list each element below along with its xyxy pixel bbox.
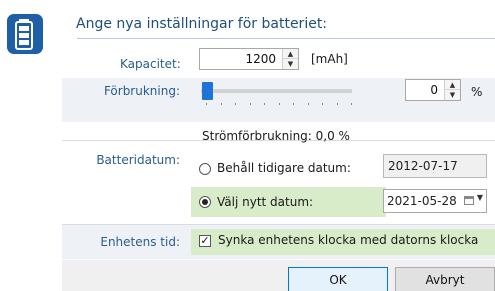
consumption-stepper[interactable]: 0 ▲ ▼ [405,79,461,101]
consumption-spin-buttons[interactable]: ▲ ▼ [444,80,460,100]
keep-date-radio[interactable] [199,163,211,175]
cancel-button[interactable]: Avbryt [395,267,495,291]
consumption-label: Förbrukning: [103,84,180,98]
new-date-option[interactable]: Välj nytt datum: [217,195,313,209]
capacity-unit: [mAh] [311,52,348,66]
capacity-value[interactable]: 1200 [245,52,276,66]
heading-divider [77,38,495,39]
new-date-value[interactable]: 2021-05-28 [387,194,457,208]
chevron-down-icon[interactable]: ▼ [283,59,298,69]
consumption-unit: % [471,85,483,99]
consumption-summary: Strömförbrukning: 0,0 % [202,129,350,143]
new-date-radio[interactable] [199,196,211,208]
new-date-picker[interactable]: 2021-05-28 ▼ [383,189,487,213]
ok-button[interactable]: OK [288,267,388,291]
chevron-up-icon[interactable]: ▲ [283,49,298,59]
dialog-heading: Ange nya inställningar för batteriet: [76,16,328,32]
consumption-slider-thumb[interactable] [202,82,213,100]
previous-date-field: 2012-07-17 [383,154,487,178]
device-time-label: Enhetens tid: [100,235,180,249]
sync-clock-checkbox[interactable]: ✓ [199,235,211,247]
capacity-stepper[interactable]: 1200 ▲ ▼ [199,48,299,70]
sync-clock-label[interactable]: Synka enhetens klocka med datorns klocka [218,233,478,247]
calendar-icon[interactable] [464,196,474,205]
chevron-up-icon[interactable]: ▲ [445,80,460,90]
chevron-down-icon[interactable]: ▼ [445,90,460,100]
keep-date-option[interactable]: Behåll tidigare datum: [217,161,351,175]
capacity-spin-buttons[interactable]: ▲ ▼ [282,49,298,69]
capacity-label: Kapacitet: [120,57,181,71]
battery-icon [7,14,43,54]
consumption-value[interactable]: 0 [430,83,438,97]
consumption-slider-ticks [206,103,352,107]
consumption-slider-track[interactable] [201,89,352,93]
battery-date-label: Batteridatum: [96,153,180,167]
dropdown-arrow-icon[interactable]: ▼ [477,193,483,202]
